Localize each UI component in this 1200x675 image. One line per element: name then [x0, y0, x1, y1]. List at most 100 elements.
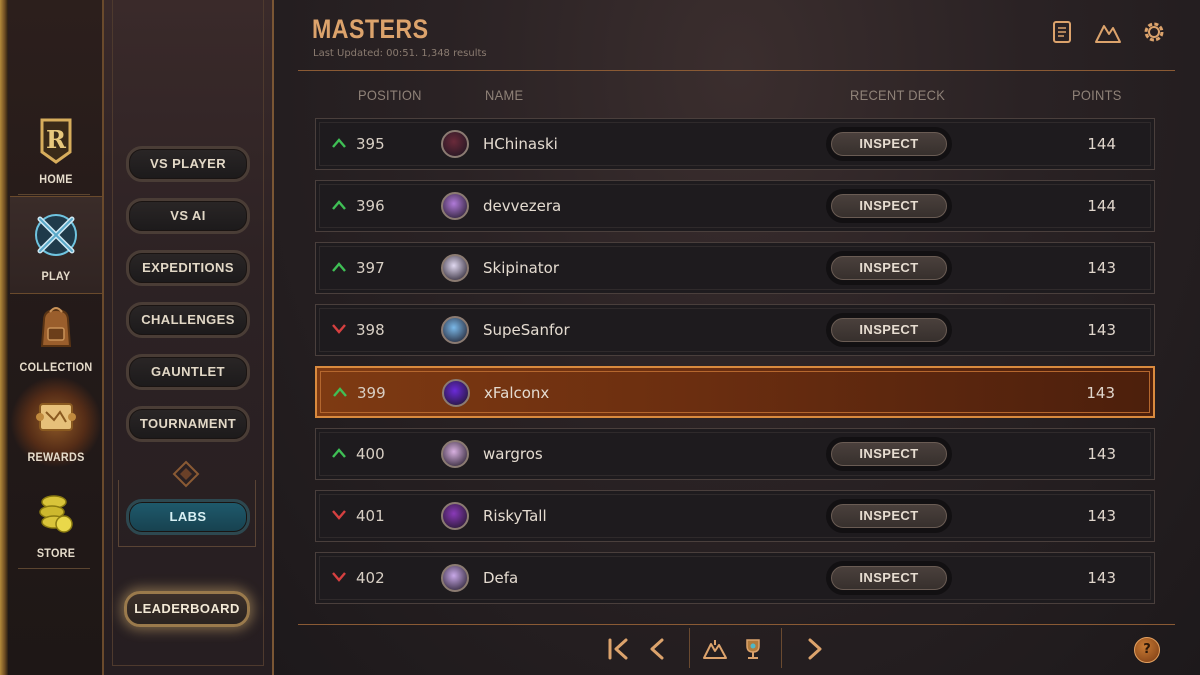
- inspect-label: INSPECT: [831, 318, 947, 342]
- points-value: 143: [1087, 321, 1116, 339]
- player-name: HChinaski: [483, 135, 558, 153]
- player-name: Defa: [483, 569, 519, 587]
- trend-down-icon: [332, 322, 346, 338]
- leaderboard-row: 402 Defa INSPECT 143: [315, 552, 1155, 604]
- leaderboard-row: 395 HChinaski INSPECT 144: [315, 118, 1155, 170]
- avatar: [441, 316, 469, 344]
- first-page-icon[interactable]: [606, 636, 632, 662]
- nav-divider: [18, 568, 90, 569]
- mountains-icon[interactable]: [1094, 18, 1122, 46]
- rank-position: 397: [356, 259, 385, 277]
- points-value: 143: [1087, 445, 1116, 463]
- nav-play-label: PLAY: [41, 269, 71, 283]
- leaderboard-button[interactable]: LEADERBOARD: [124, 591, 250, 627]
- last-updated-text: Last Updated: 00:51. 1,348 results: [313, 48, 487, 59]
- points-value: 143: [1087, 259, 1116, 277]
- avatar: [441, 564, 469, 592]
- scroll-icon[interactable]: [1048, 18, 1076, 46]
- player-name: SupeSanfor: [483, 321, 570, 339]
- avatar: [441, 440, 469, 468]
- rank-position: 399: [357, 384, 386, 402]
- player-name: RiskyTall: [483, 507, 547, 525]
- challenges-button[interactable]: CHALLENGES: [126, 302, 250, 338]
- player-name: devvezera: [483, 197, 562, 215]
- avatar: [441, 192, 469, 220]
- tournament-button[interactable]: TOURNAMENT: [126, 406, 250, 442]
- trophy-icon[interactable]: [740, 636, 766, 662]
- column-header-position: POSITION: [358, 87, 422, 103]
- trend-up-icon: [332, 260, 346, 276]
- avatar: [441, 254, 469, 282]
- previous-page-icon[interactable]: [644, 636, 670, 662]
- backpack-icon: [28, 300, 84, 356]
- coins-icon: [28, 486, 84, 542]
- nav-home-label: HOME: [39, 172, 73, 186]
- player-name: xFalconx: [484, 384, 550, 402]
- leaderboard-row: 401 RiskyTall INSPECT 143: [315, 490, 1155, 542]
- nav-store[interactable]: STORE: [10, 486, 102, 562]
- leaderboard-row: 398 SupeSanfor INSPECT 143: [315, 304, 1155, 356]
- rank-position: 395: [356, 135, 385, 153]
- trend-up-icon: [332, 198, 346, 214]
- rank-position: 402: [356, 569, 385, 587]
- points-value: 143: [1086, 384, 1115, 402]
- runeterra-logo-icon: R: [28, 112, 84, 168]
- inspect-button[interactable]: INSPECT: [826, 127, 952, 161]
- header-divider: [298, 70, 1175, 71]
- trend-down-icon: [332, 508, 346, 524]
- crossed-swords-icon: [28, 209, 84, 265]
- nav-rewards-label: REWARDS: [27, 450, 85, 464]
- rank-position: 400: [356, 445, 385, 463]
- inspect-button[interactable]: INSPECT: [826, 313, 952, 347]
- inspect-button[interactable]: INSPECT: [826, 189, 952, 223]
- nav-rewards[interactable]: REWARDS: [10, 376, 102, 470]
- vs-player-button[interactable]: VS PLAYER: [126, 146, 250, 182]
- gear-icon[interactable]: [1140, 18, 1168, 46]
- help-button[interactable]: ?: [1134, 637, 1160, 663]
- pager-separator: [781, 628, 782, 668]
- player-name: wargros: [483, 445, 543, 463]
- inspect-button[interactable]: INSPECT: [826, 561, 952, 595]
- gauntlet-button[interactable]: GAUNTLET: [126, 354, 250, 390]
- points-value: 144: [1087, 197, 1116, 215]
- inspect-label: INSPECT: [831, 442, 947, 466]
- labs-button[interactable]: LABS: [126, 499, 250, 535]
- inspect-label: INSPECT: [831, 566, 947, 590]
- inspect-label: INSPECT: [831, 256, 947, 280]
- nav-collection[interactable]: COLLECTION: [10, 300, 102, 376]
- points-value: 143: [1087, 507, 1116, 525]
- leaderboard-row: 399xFalconxINSPECT143: [315, 366, 1155, 418]
- column-header-name: NAME: [485, 87, 524, 103]
- nav-store-label: STORE: [36, 546, 76, 560]
- column-header-recent-deck: RECENT DECK: [850, 87, 946, 103]
- inspect-button[interactable]: INSPECT: [826, 499, 952, 533]
- nav-home[interactable]: R HOME: [10, 112, 102, 192]
- expeditions-button[interactable]: EXPEDITIONS: [126, 250, 250, 286]
- mountain-rank-icon[interactable]: [702, 636, 728, 662]
- nav-divider: [18, 194, 90, 195]
- rail-gold-edge: [0, 0, 8, 675]
- leaderboard-row: 396 devvezera INSPECT 144: [315, 180, 1155, 232]
- inspect-label: INSPECT: [831, 194, 947, 218]
- inspect-button[interactable]: INSPECT: [826, 251, 952, 285]
- svg-text:R: R: [46, 125, 67, 154]
- points-value: 144: [1087, 135, 1116, 153]
- next-page-icon[interactable]: [802, 636, 828, 662]
- vs-ai-button[interactable]: VS AI: [126, 198, 250, 234]
- nav-collection-label: COLLECTION: [19, 360, 93, 374]
- inspect-label: INSPECT: [831, 132, 947, 156]
- main-nav-rail: R HOME PLAY COLLECTION REWARDS STORE: [0, 0, 104, 675]
- nav-play[interactable]: PLAY: [10, 196, 102, 294]
- trend-down-icon: [332, 570, 346, 586]
- inspect-label: INSPECT: [831, 504, 947, 528]
- trend-up-icon: [332, 136, 346, 152]
- points-value: 143: [1087, 569, 1116, 587]
- avatar: [441, 502, 469, 530]
- page-title: MASTERS: [312, 14, 429, 44]
- leaderboard-row: 397 Skipinator INSPECT 143: [315, 242, 1155, 294]
- player-name: Skipinator: [483, 259, 559, 277]
- trend-up-icon: [333, 385, 347, 401]
- inspect-button[interactable]: INSPECT: [826, 437, 952, 471]
- leaderboard-row: 400 wargros INSPECT 143: [315, 428, 1155, 480]
- avatar: [441, 130, 469, 158]
